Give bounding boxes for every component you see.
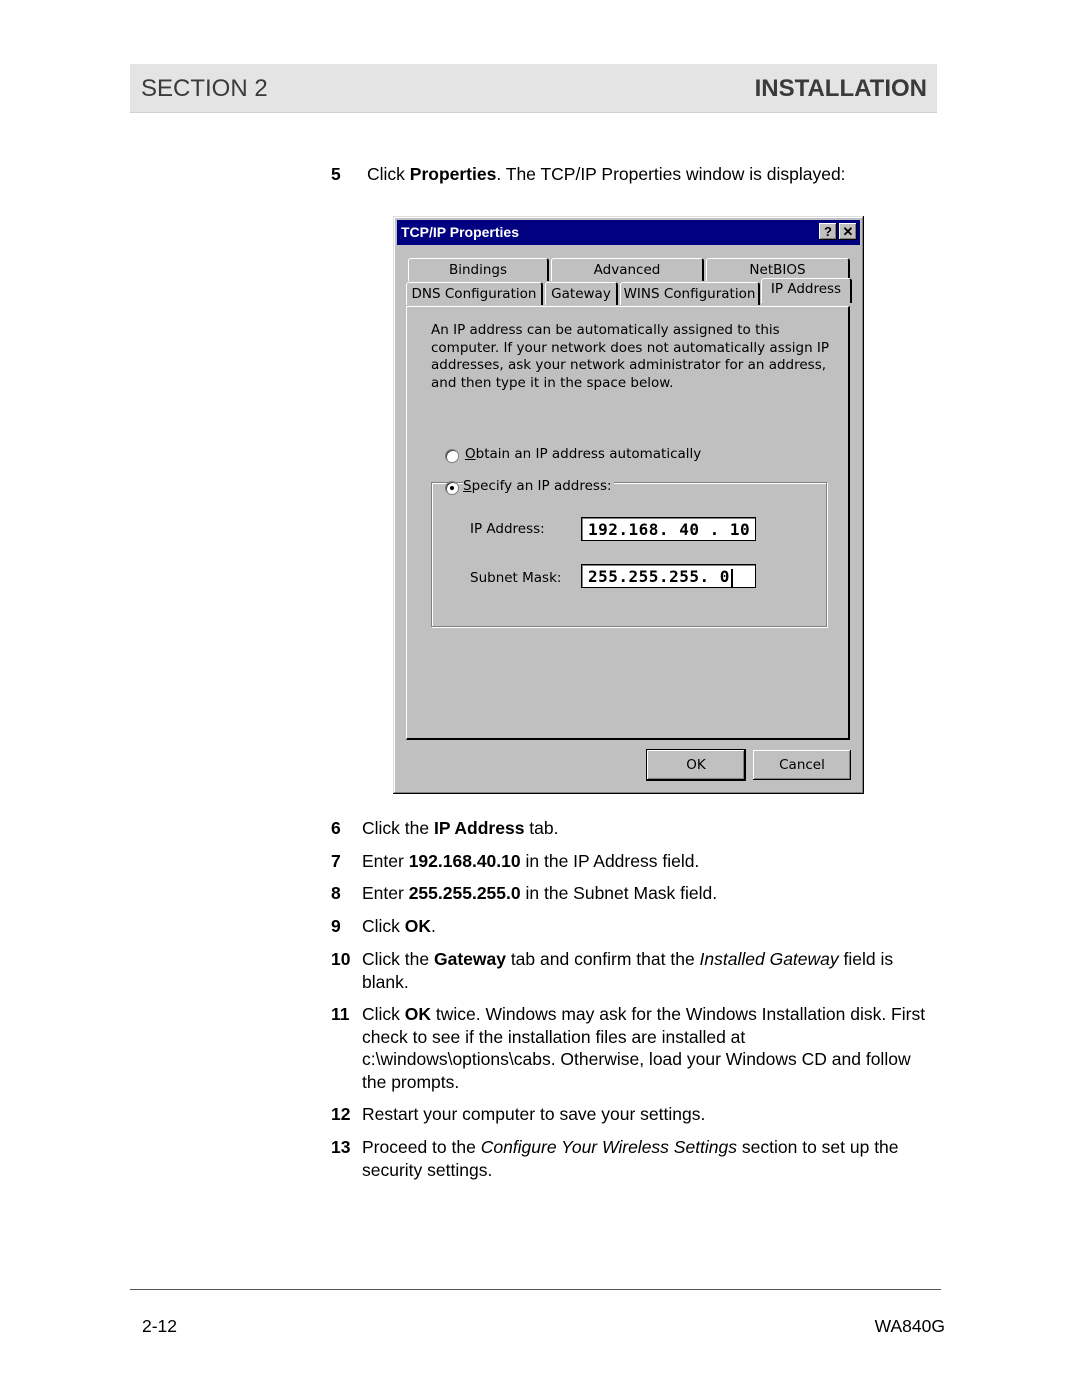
step-number: 12 [331, 1104, 351, 1124]
radio-obtain-label[interactable]: Obtain an IP address automatically [465, 446, 701, 462]
cancel-button[interactable]: Cancel [753, 750, 851, 780]
step-number: 6 [331, 818, 341, 838]
step-text: Click OK twice. Windows may ask for the … [362, 1004, 926, 1092]
step-number: 5 [331, 164, 341, 184]
step-text: Click the IP Address tab. [362, 818, 559, 838]
section-title: INSTALLATION [754, 75, 927, 102]
step-text: Click OK. [362, 916, 436, 936]
tab-advanced[interactable]: Advanced [551, 258, 704, 281]
step-text: Enter 255.255.255.0 in the Subnet Mask f… [362, 883, 718, 903]
dialog-title: TCP/IP Properties [401, 224, 520, 240]
close-icon: ✕ [842, 224, 854, 239]
tab-ip-address[interactable]: IP Address [761, 278, 852, 303]
radio-specify-label[interactable]: Specify an IP address: [463, 478, 614, 494]
step-number: 10 [331, 949, 351, 969]
title-bar[interactable]: TCP/IP Properties ? ✕ [397, 220, 860, 245]
ok-button[interactable]: OK [646, 749, 746, 781]
model-name: WA840G [874, 1316, 945, 1336]
page-number: 2-12 [142, 1316, 178, 1336]
section-header: SECTION 2 INSTALLATION [130, 64, 937, 113]
subnet-mask-label: Subnet Mask: [470, 570, 562, 586]
help-button[interactable]: ? [819, 223, 837, 240]
ip-address-input[interactable]: 192.168. 40 . 10 [581, 517, 756, 541]
tcpip-properties-dialog: TCP/IP Properties ? ✕ Bindings Advanced … [393, 216, 864, 794]
tab-gateway[interactable]: Gateway [545, 282, 618, 305]
text-caret [730, 568, 733, 587]
step-text: Click the Gateway tab and confirm that t… [362, 949, 894, 992]
subnet-mask-value: 255.255.255. 0 [588, 567, 730, 586]
step-number: 7 [331, 851, 341, 871]
step-number: 13 [331, 1137, 351, 1157]
step-text: Click Properties. The TCP/IP Properties … [367, 164, 846, 184]
panel-description: An IP address can be automatically assig… [431, 322, 830, 391]
question-mark-icon: ? [824, 224, 832, 239]
close-button[interactable]: ✕ [839, 223, 857, 240]
tab-bindings[interactable]: Bindings [408, 258, 549, 281]
step-number: 11 [331, 1004, 350, 1024]
tab-wins-configuration[interactable]: WINS Configuration [620, 282, 760, 305]
step-text: Restart your computer to save your setti… [362, 1104, 706, 1124]
step-text: Proceed to the Configure Your Wireless S… [362, 1137, 899, 1180]
step-number: 8 [331, 883, 341, 903]
tab-dns-configuration[interactable]: DNS Configuration [406, 282, 543, 305]
radio-specify-ip[interactable] [445, 481, 459, 495]
subnet-mask-input[interactable]: 255.255.255. 0 [581, 564, 756, 588]
radio-obtain-automatically[interactable] [445, 449, 459, 463]
step-text: Enter 192.168.40.10 in the IP Address fi… [362, 851, 700, 871]
specify-ip-group: IP Address: 192.168. 40 . 10 Subnet Mask… [431, 482, 827, 627]
section-label: SECTION 2 [141, 75, 268, 102]
ip-address-panel: An IP address can be automatically assig… [406, 306, 850, 740]
step-number: 9 [331, 916, 341, 936]
footer-divider [130, 1289, 941, 1290]
ip-address-label: IP Address: [470, 521, 545, 537]
